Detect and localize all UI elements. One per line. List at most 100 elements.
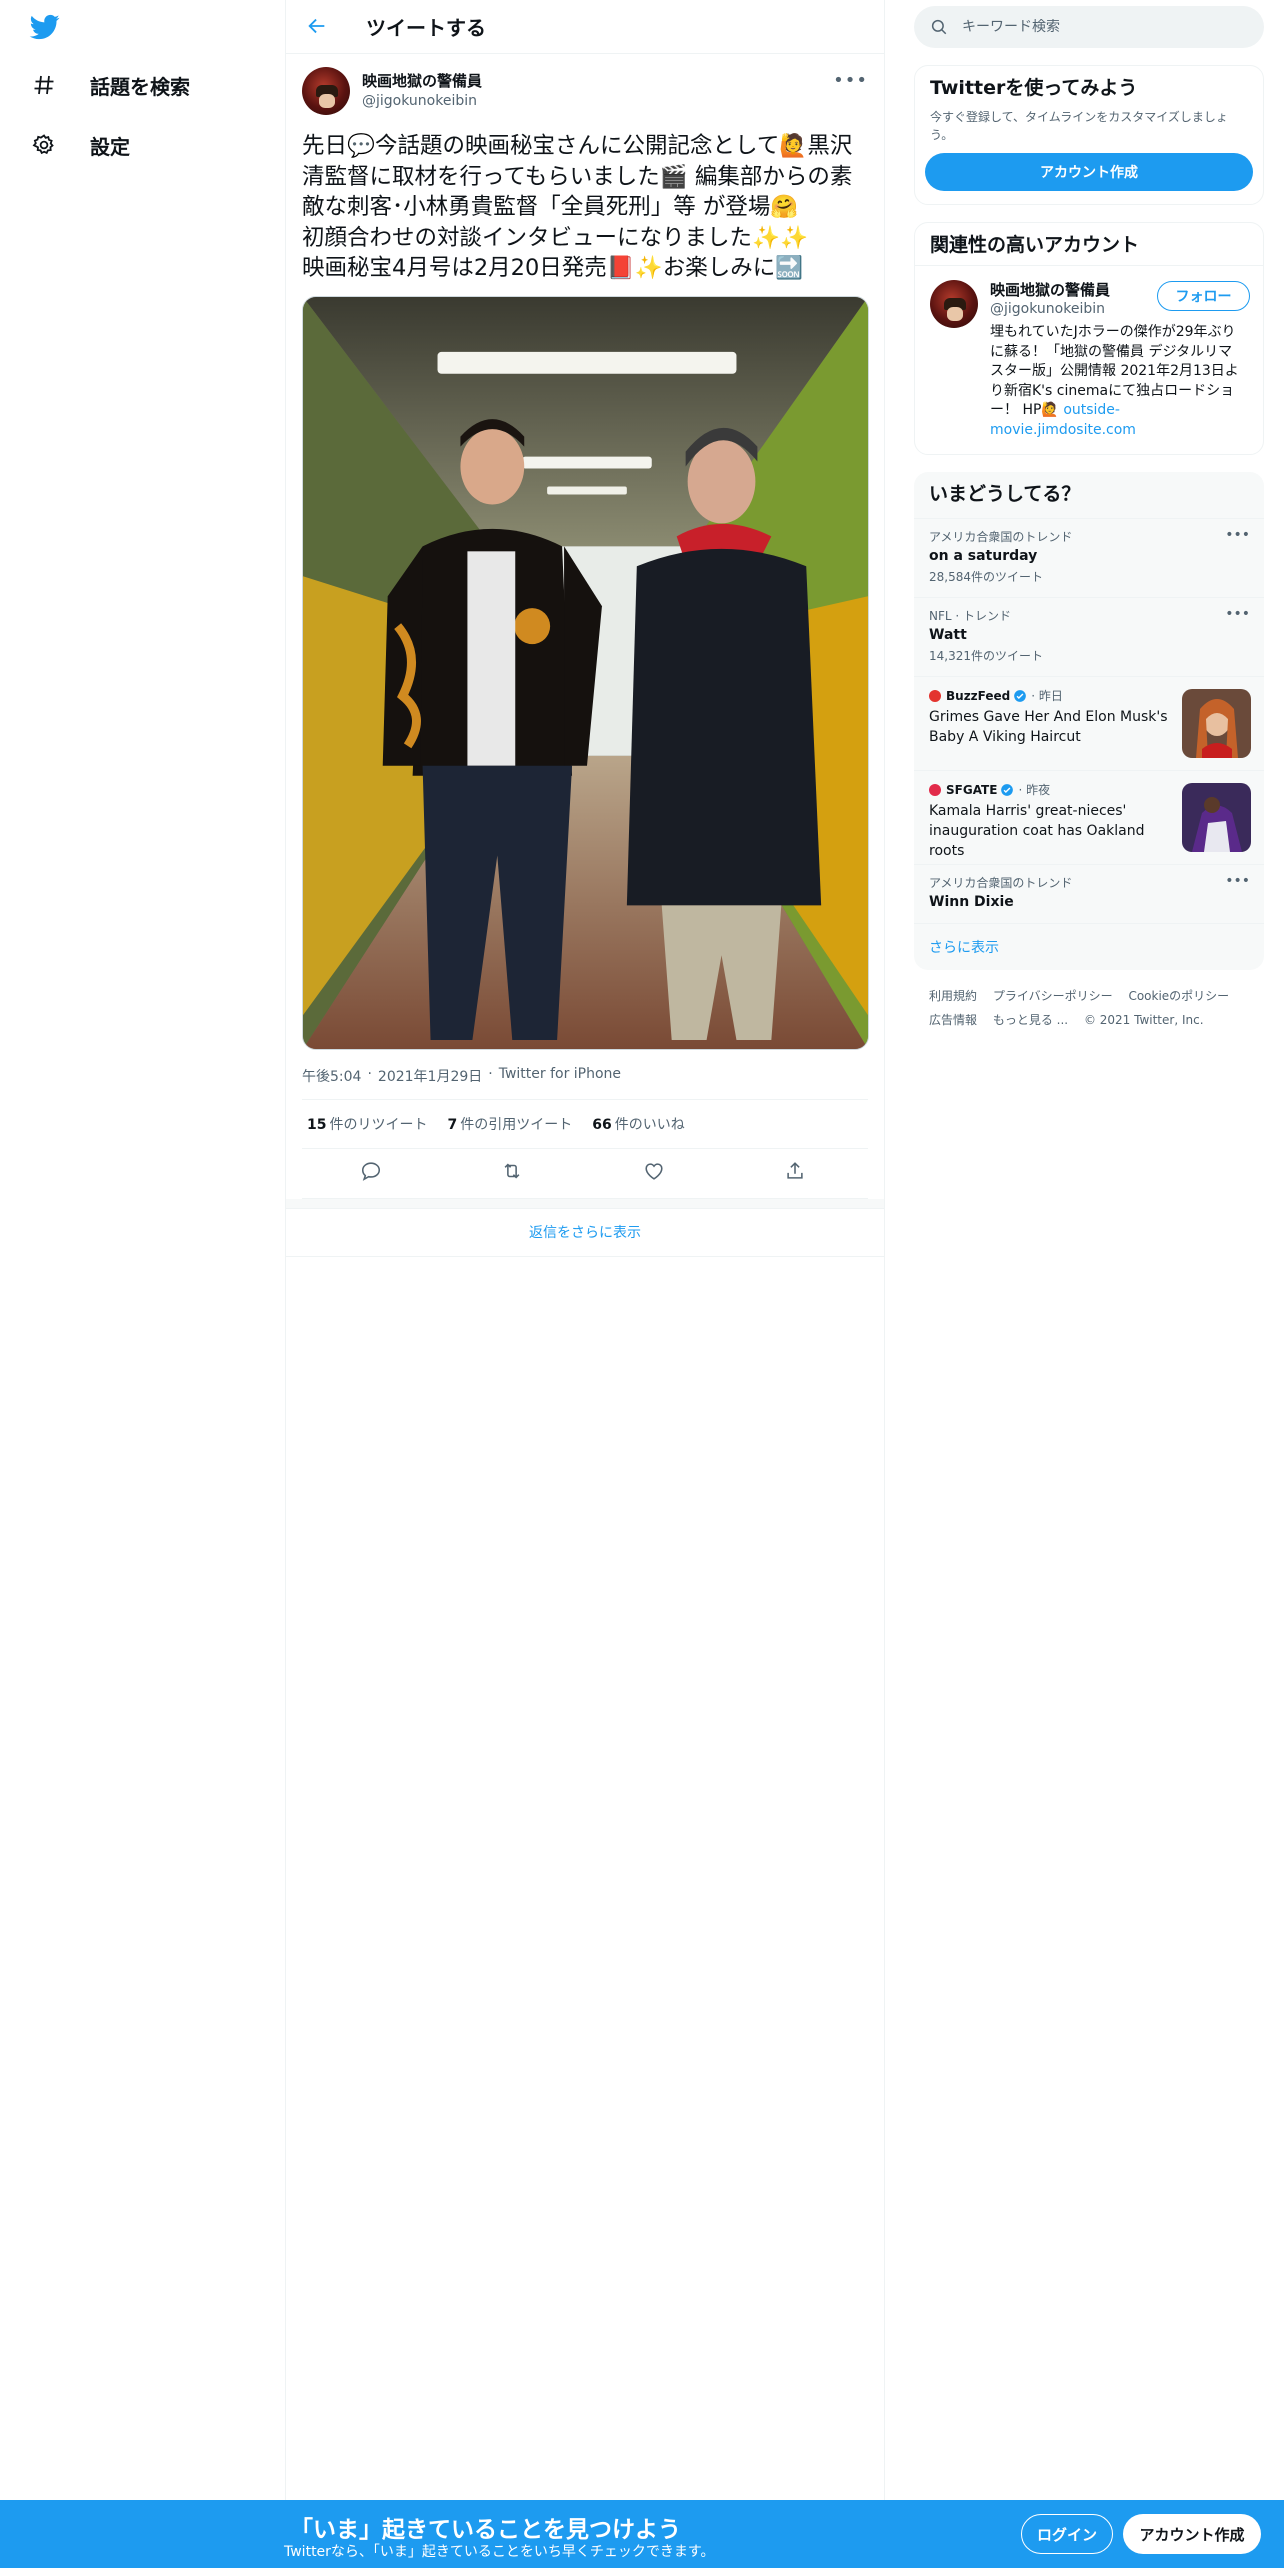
avatar[interactable] bbox=[302, 67, 350, 115]
nav-settings[interactable]: 設定 bbox=[28, 125, 130, 165]
likes-stat[interactable]: 66 件のいいね bbox=[592, 1114, 684, 1134]
trend-item[interactable]: NFL · トレンド Watt 14,321件のツイート ••• bbox=[914, 597, 1264, 676]
section-gap bbox=[286, 1198, 884, 1209]
signup-banner: 「いま」起きていることを見つけよう Twitterなら、「いま」起きていることを… bbox=[0, 2500, 1284, 2568]
banner-subtitle: Twitterなら、「いま」起きていることをいち早くチェックできます。 bbox=[284, 2544, 715, 2560]
news-source: SFGATE bbox=[946, 783, 998, 797]
search-input[interactable] bbox=[962, 19, 1232, 35]
trends-title: いまどうしてる？ bbox=[929, 483, 1081, 505]
buzzfeed-logo-icon bbox=[929, 690, 941, 702]
nav-settings-label: 設定 bbox=[90, 134, 130, 159]
retweet-icon[interactable] bbox=[501, 1160, 527, 1186]
author-handle[interactable]: @jigokunokeibin bbox=[362, 91, 482, 111]
news-headline: Kamala Harris' great-nieces' inauguratio… bbox=[929, 803, 1145, 859]
trend-count: 14,321件のツイート bbox=[929, 649, 1043, 663]
more-options-icon[interactable]: ••• bbox=[1225, 606, 1250, 622]
footer-link[interactable]: 利用規約 bbox=[929, 989, 977, 1003]
news-item[interactable]: SFGATE · 昨夜 Kamala Harris' great-nieces'… bbox=[914, 770, 1264, 864]
quotes-count: 7 bbox=[447, 1116, 458, 1133]
footer-link[interactable]: Cookieのポリシー bbox=[1128, 989, 1229, 1003]
news-time: · 昨夜 bbox=[1018, 783, 1051, 797]
relevant-accounts-card: 関連性の高いアカウント 映画地獄の警備員 @jigokunokeibin 埋もれ… bbox=[914, 222, 1264, 455]
avatar[interactable] bbox=[930, 280, 978, 328]
tweet-stats: 15 件のリツイート 7 件の引用ツイート 66 件のいいね bbox=[302, 1098, 868, 1149]
follow-button[interactable]: フォロー bbox=[1157, 281, 1250, 311]
signup-title: Twitterを使ってみよう bbox=[930, 77, 1138, 99]
page-header: ツイートする bbox=[286, 0, 884, 54]
footer-links: 利用規約 プライバシーポリシー Cookieのポリシー 広告情報 もっと見る .… bbox=[914, 970, 1264, 1046]
likes-label: 件のいいね bbox=[614, 1116, 685, 1133]
news-thumbnail bbox=[1182, 689, 1251, 758]
reply-icon[interactable] bbox=[360, 1160, 386, 1186]
trend-count: 28,584件のツイート bbox=[929, 570, 1043, 584]
nav-explore[interactable]: 話題を検索 bbox=[28, 65, 190, 105]
relevant-accounts-title: 関連性の高いアカウント bbox=[915, 223, 1263, 266]
tweet-date[interactable]: 2021年1月29日 bbox=[378, 1066, 482, 1088]
login-button[interactable]: ログイン bbox=[1021, 2514, 1113, 2554]
tweet-actions bbox=[302, 1149, 868, 1199]
verified-badge-icon bbox=[1014, 690, 1027, 702]
left-nav: 話題を検索 設定 bbox=[0, 0, 285, 2500]
news-thumbnail bbox=[1182, 783, 1251, 852]
search-icon bbox=[930, 18, 948, 36]
twitter-logo-icon[interactable] bbox=[28, 12, 64, 42]
trend-name: Watt bbox=[929, 627, 967, 643]
news-headline: Grimes Gave Her And Elon Musk's Baby A V… bbox=[929, 709, 1168, 745]
sfgate-logo-icon bbox=[929, 784, 941, 796]
news-source: BuzzFeed bbox=[946, 689, 1011, 703]
trends-card: いまどうしてる？ アメリカ合衆国のトレンド on a saturday 28,5… bbox=[914, 472, 1264, 970]
more-options-icon[interactable]: ••• bbox=[1225, 873, 1250, 889]
tweet-text: 先日💬今話題の映画秘宝さんに公開記念として🙋黒沢 清監督に取材を行ってもらいまし… bbox=[302, 133, 853, 281]
signup-button[interactable]: アカウント作成 bbox=[1123, 2514, 1261, 2554]
trend-item[interactable]: アメリカ合衆国のトレンド on a saturday 28,584件のツイート … bbox=[914, 518, 1264, 597]
footer-link[interactable]: 広告情報 bbox=[929, 1013, 977, 1027]
quotes-stat[interactable]: 7 件の引用ツイート bbox=[447, 1114, 572, 1134]
likes-count: 66 bbox=[592, 1116, 612, 1133]
tweet-photo[interactable] bbox=[302, 295, 869, 1050]
trend-name: Winn Dixie bbox=[929, 894, 1014, 910]
tweet-photo-image bbox=[303, 296, 868, 1049]
main-column: ツイートする 映画地獄の警備員 @jigokunokeibin ••• 先日💬今… bbox=[286, 0, 884, 1257]
back-arrow-icon[interactable] bbox=[306, 15, 330, 39]
show-more-replies-button[interactable]: 返信をさらに表示 bbox=[286, 1209, 884, 1257]
news-item[interactable]: BuzzFeed · 昨日 Grimes Gave Her And Elon M… bbox=[914, 676, 1264, 770]
right-sidebar: Twitterを使ってみよう 今すぐ登録して、タイムラインをカスタマイズしましょ… bbox=[914, 0, 1264, 1046]
footer-link[interactable]: プライバシーポリシー bbox=[993, 989, 1113, 1003]
hashtag-icon bbox=[28, 69, 60, 101]
verified-badge-icon bbox=[1001, 784, 1014, 796]
signup-card: Twitterを使ってみよう 今すぐ登録して、タイムラインをカスタマイズしましょ… bbox=[914, 65, 1264, 205]
gear-icon bbox=[28, 129, 60, 161]
trend-name: on a saturday bbox=[929, 548, 1038, 564]
tweet-source[interactable]: Twitter for iPhone bbox=[499, 1066, 621, 1088]
page-title: ツイートする bbox=[366, 16, 486, 40]
copyright: © 2021 Twitter, Inc. bbox=[1083, 1013, 1204, 1027]
trend-context: NFL · トレンド bbox=[929, 609, 1012, 623]
author-display-name[interactable]: 映画地獄の警備員 bbox=[362, 71, 482, 91]
retweets-label: 件のリツイート bbox=[329, 1116, 428, 1133]
trend-context: アメリカ合衆国のトレンド bbox=[929, 876, 1073, 890]
tweet-time[interactable]: 午後5:04 bbox=[302, 1066, 361, 1088]
more-options-icon[interactable]: ••• bbox=[1225, 527, 1250, 543]
show-more-trends-link[interactable]: さらに表示 bbox=[914, 923, 1264, 970]
relevant-account[interactable]: 映画地獄の警備員 @jigokunokeibin 埋もれていたJホラーの傑作が2… bbox=[915, 266, 1263, 454]
nav-explore-label: 話題を検索 bbox=[90, 74, 190, 99]
banner-headline: 「いま」起きていることを見つけよう bbox=[290, 2517, 681, 2543]
footer-link[interactable]: もっと見る ... bbox=[993, 1013, 1068, 1027]
signup-subtitle: 今すぐ登録して、タイムラインをカスタマイズしましょう。 bbox=[930, 110, 1228, 142]
column-divider bbox=[884, 0, 885, 2500]
trend-context: アメリカ合衆国のトレンド bbox=[929, 530, 1073, 544]
share-icon[interactable] bbox=[784, 1160, 810, 1186]
news-time: · 昨日 bbox=[1031, 689, 1063, 703]
tweet-meta: 午後5:04 · 2021年1月29日 · Twitter for iPhone bbox=[302, 1066, 868, 1088]
relevant-account-bio: 埋もれていたJホラーの傑作が29年ぶりに蘇る！「地獄の警備員 デジタルリマスター… bbox=[990, 323, 1245, 440]
search-bar[interactable] bbox=[914, 6, 1264, 48]
tweet-author[interactable]: 映画地獄の警備員 @jigokunokeibin ••• bbox=[302, 64, 868, 118]
tweet: 映画地獄の警備員 @jigokunokeibin ••• 先日💬今話題の映画秘宝… bbox=[286, 54, 884, 1257]
retweets-stat[interactable]: 15 件のリツイート bbox=[307, 1114, 427, 1134]
create-account-button[interactable]: アカウント作成 bbox=[925, 153, 1253, 191]
trend-item[interactable]: アメリカ合衆国のトレンド Winn Dixie ••• bbox=[914, 864, 1264, 923]
like-icon[interactable] bbox=[643, 1160, 669, 1186]
retweets-count: 15 bbox=[307, 1116, 327, 1133]
more-options-icon[interactable]: ••• bbox=[833, 70, 868, 91]
quotes-label: 件の引用ツイート bbox=[460, 1116, 573, 1133]
